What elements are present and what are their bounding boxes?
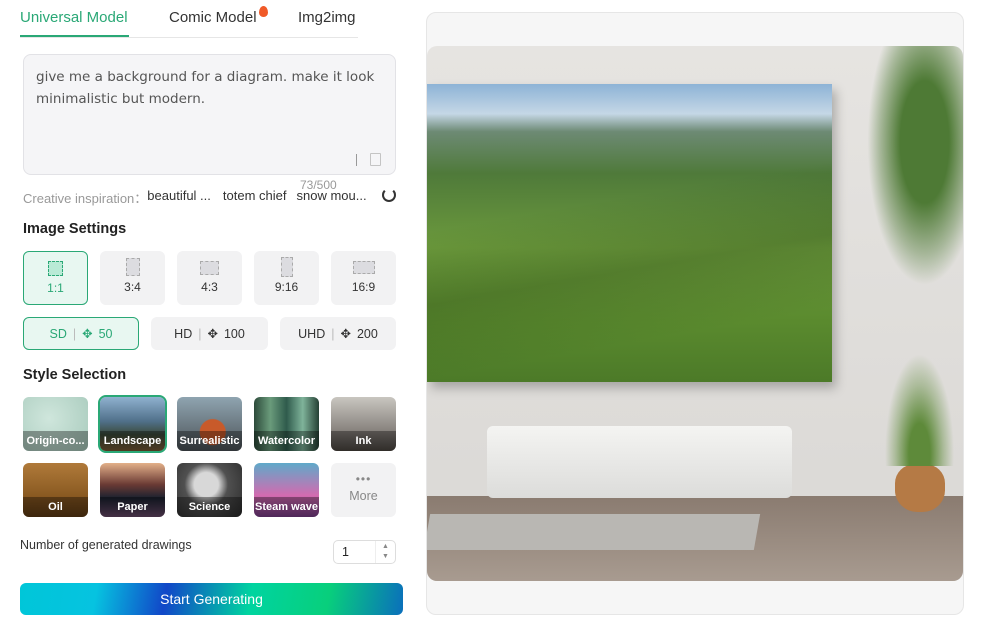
- rug: [427, 514, 761, 550]
- fire-icon: [258, 6, 268, 17]
- quality-label: UHD: [298, 326, 326, 341]
- square-icon: [48, 261, 63, 276]
- quality-cost: 100: [223, 326, 245, 341]
- credit-icon: ✥: [207, 327, 218, 341]
- style-landscape[interactable]: Landscape: [98, 395, 167, 453]
- inspiration-chip[interactable]: totem chief: [223, 188, 287, 207]
- tab-universal-model[interactable]: Universal Model: [20, 9, 128, 26]
- wide-icon: [352, 261, 375, 274]
- text-cursor: [356, 154, 357, 166]
- ratio-3-4[interactable]: 3:4: [100, 251, 165, 305]
- creative-inspiration: Creative inspiration： beautiful ... tote…: [23, 188, 367, 207]
- ratio-label: 16:9: [351, 280, 376, 294]
- ratio-16-9[interactable]: 16:9: [331, 251, 396, 305]
- ratio-label: 3:4: [124, 280, 141, 294]
- tab-comic-model[interactable]: Comic Model: [169, 6, 268, 26]
- quality-label: SD: [49, 326, 67, 341]
- style-label: Ink: [331, 431, 396, 451]
- image-settings-title: Image Settings: [23, 221, 127, 237]
- stepper-arrows-icon[interactable]: ▲ ▼: [375, 541, 395, 563]
- plant-top: [867, 46, 963, 286]
- quality-sd[interactable]: SD | ✥ 50: [23, 317, 139, 350]
- ratio-9-16[interactable]: 9:16: [254, 251, 319, 305]
- tall-icon: [280, 257, 293, 277]
- style-steam-wave[interactable]: Steam wave: [254, 463, 319, 517]
- painting: [427, 84, 832, 382]
- inspiration-chip[interactable]: beautiful ...: [147, 188, 211, 207]
- quality-cost: 50: [98, 326, 113, 341]
- refresh-icon[interactable]: [382, 188, 396, 202]
- style-label: Science: [177, 497, 242, 517]
- drawings-count-stepper[interactable]: 1 ▲ ▼: [333, 540, 396, 564]
- quality-hd[interactable]: HD | ✥ 100: [151, 317, 268, 350]
- vase: [895, 464, 945, 512]
- portrait-icon: [125, 258, 140, 276]
- prompt-text: give me a background for a diagram. make…: [36, 69, 375, 107]
- style-label: Surrealistic: [177, 431, 242, 451]
- style-label: Steam wave: [254, 497, 319, 517]
- style-label: Origin-co...: [23, 431, 88, 451]
- inspiration-chip[interactable]: snow mou...: [296, 188, 366, 207]
- style-label: Watercolor: [254, 431, 319, 451]
- inspiration-label: Creative inspiration：: [23, 191, 148, 206]
- ratio-4-3[interactable]: 4:3: [177, 251, 242, 305]
- more-styles-button[interactable]: ••• More: [331, 463, 396, 517]
- ellipsis-icon: •••: [355, 472, 372, 486]
- tab-label: Comic Model: [169, 9, 257, 26]
- active-tab-indicator: [20, 35, 129, 37]
- tab-divider: [20, 37, 358, 38]
- landscape-icon: [200, 261, 219, 275]
- style-watercolor[interactable]: Watercolor: [254, 397, 319, 451]
- style-selection-title: Style Selection: [23, 367, 127, 383]
- ratio-label: 1:1: [47, 281, 64, 295]
- prompt-input[interactable]: give me a background for a diagram. make…: [23, 54, 396, 175]
- stepper-value: 1: [342, 545, 349, 559]
- drawings-count-label: Number of generated drawings: [20, 538, 192, 552]
- trash-icon[interactable]: [370, 153, 381, 166]
- style-label: Oil: [23, 497, 88, 517]
- style-paper[interactable]: Paper: [100, 463, 165, 517]
- ratio-1-1[interactable]: 1:1: [23, 251, 88, 305]
- generated-image: [427, 46, 963, 581]
- more-label: More: [349, 489, 378, 503]
- quality-label: HD: [174, 326, 193, 341]
- style-surrealistic[interactable]: Surrealistic: [177, 397, 242, 451]
- sofa: [487, 426, 792, 498]
- quality-cost: 200: [356, 326, 378, 341]
- style-ink[interactable]: Ink: [331, 397, 396, 451]
- plant-leaves: [882, 346, 957, 466]
- ratio-label: 4:3: [201, 280, 218, 294]
- style-label: Landscape: [100, 431, 165, 451]
- style-origin[interactable]: Origin-co...: [23, 397, 88, 451]
- tab-img2img[interactable]: Img2img: [298, 9, 356, 26]
- ratio-label: 9:16: [274, 280, 299, 294]
- credit-icon: ✥: [340, 327, 351, 341]
- credit-icon: ✥: [82, 327, 93, 341]
- style-science[interactable]: Science: [177, 463, 242, 517]
- quality-uhd[interactable]: UHD | ✥ 200: [280, 317, 396, 350]
- style-oil[interactable]: Oil: [23, 463, 88, 517]
- start-generating-button[interactable]: Start Generating: [20, 583, 403, 615]
- style-label: Paper: [100, 497, 165, 517]
